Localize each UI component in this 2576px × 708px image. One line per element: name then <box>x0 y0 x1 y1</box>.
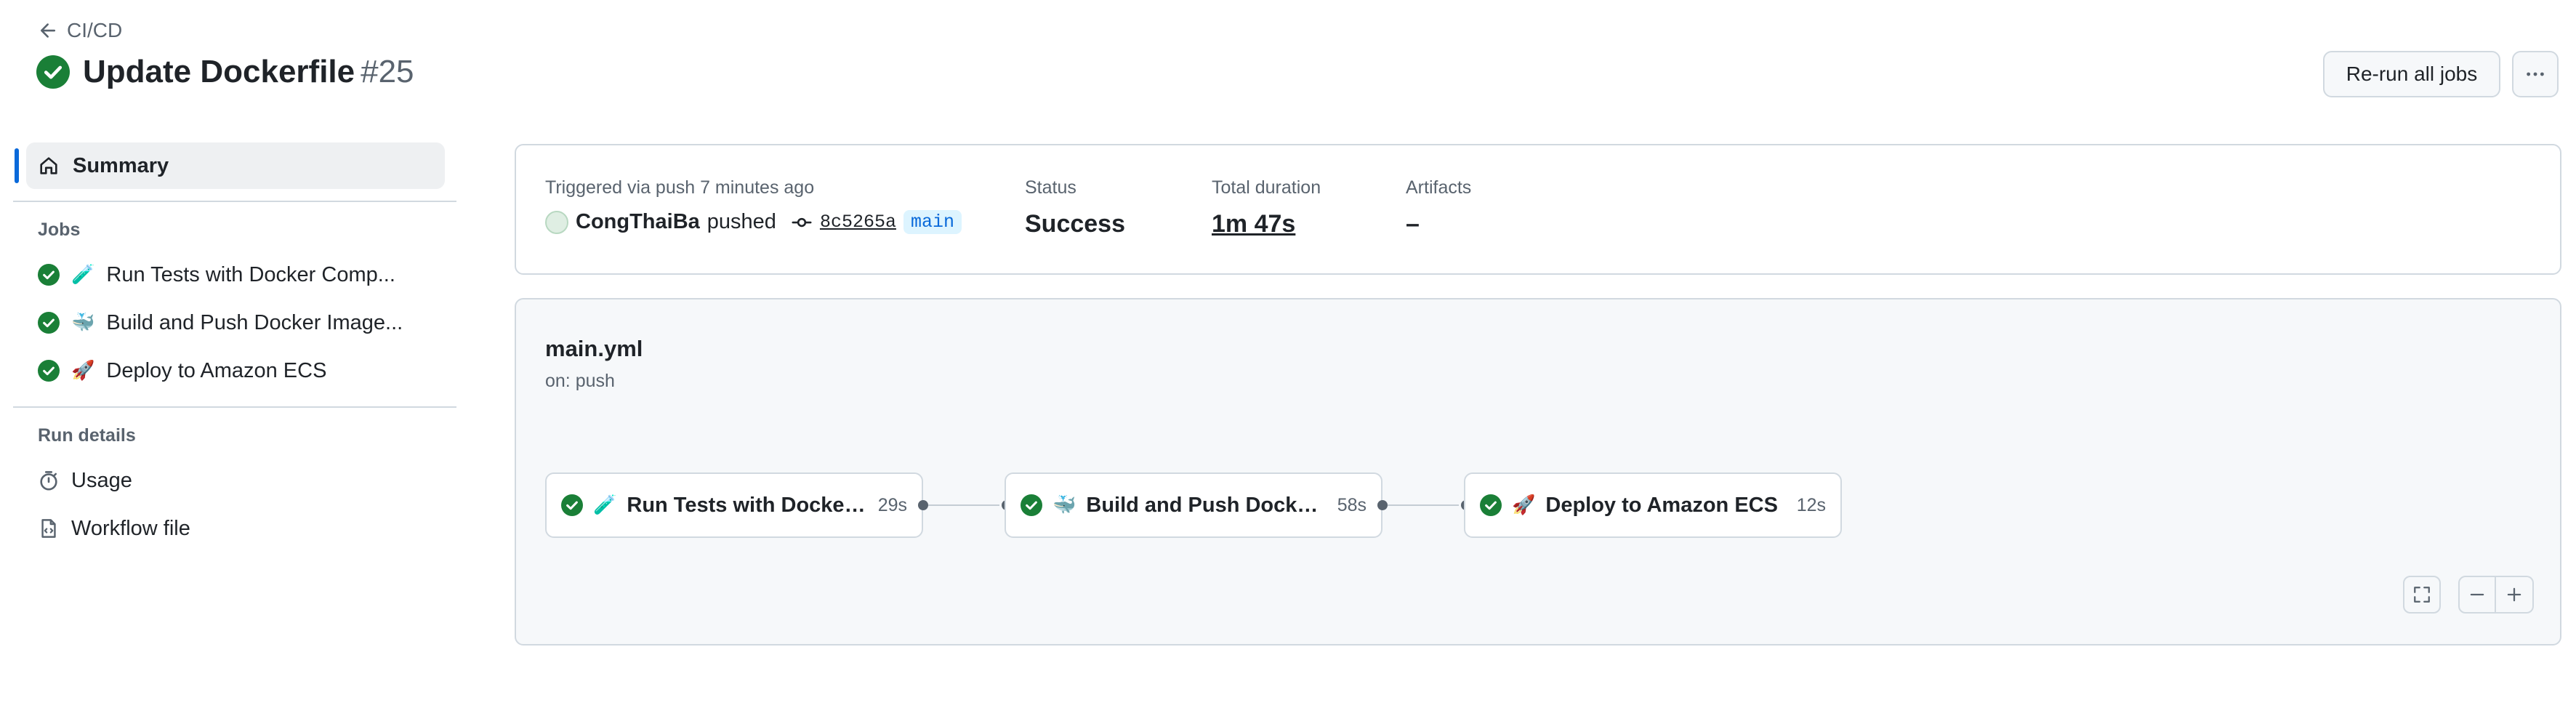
rerun-all-jobs-button[interactable]: Re-run all jobs <box>2323 51 2500 97</box>
check-circle-icon <box>36 55 70 89</box>
artifacts-info: Artifacts – <box>1406 177 1471 238</box>
run-details-heading: Run details <box>38 425 136 446</box>
avatar[interactable] <box>545 210 568 234</box>
trigger-details: CongThaiBa pushed 8c5265a main <box>545 210 962 234</box>
check-circle-icon <box>38 312 60 334</box>
duration-label: Total duration <box>1212 177 1321 198</box>
job-node-duration: 12s <box>1796 494 1826 515</box>
sidebar-item-usage[interactable]: Usage <box>13 456 456 504</box>
workflow-graph: main.yml on: push 🧪 Run Tests with Docke… <box>515 298 2561 645</box>
commit-sha-link[interactable]: 8c5265a <box>820 212 896 233</box>
page-title: Update Dockerfile <box>83 54 355 89</box>
artifacts-label: Artifacts <box>1406 177 1472 198</box>
jobs-heading: Jobs <box>38 220 81 240</box>
kebab-horizontal-icon <box>2527 72 2544 76</box>
sidebar-job-label: Deploy to Amazon ECS <box>106 358 327 382</box>
run-number: #25 <box>361 54 414 89</box>
test-tube-icon: 🧪 <box>71 264 95 286</box>
status-value: Success <box>1025 210 1125 238</box>
duration-info: Total duration 1m 47s <box>1212 177 1321 238</box>
check-circle-icon <box>38 360 60 382</box>
header-actions: Re-run all jobs <box>2323 51 2559 97</box>
job-node-label: Run Tests with Docker ... <box>627 493 868 517</box>
sidebar-item-label: Summary <box>73 153 169 177</box>
check-circle-icon <box>561 494 583 516</box>
sidebar: Summary Jobs 🧪 Run Tests with Docker Com… <box>13 142 456 552</box>
home-icon <box>40 157 57 174</box>
duration-link[interactable]: 1m 47s <box>1212 210 1321 238</box>
job-node-duration: 29s <box>877 494 907 515</box>
more-options-button[interactable] <box>2512 51 2559 97</box>
page-title-row: Update Dockerfile #25 <box>36 54 414 90</box>
sidebar-job-build-push[interactable]: 🐳 Build and Push Docker Image... <box>13 299 456 347</box>
git-commit-icon <box>792 217 812 227</box>
job-connector <box>928 504 999 506</box>
job-node-run-tests[interactable]: 🧪 Run Tests with Docker ... 29s <box>545 472 923 538</box>
zoom-in-button[interactable] <box>2496 576 2534 614</box>
minus-icon <box>2470 593 2484 596</box>
rocket-icon: 🚀 <box>71 360 95 382</box>
zoom-out-button[interactable] <box>2458 576 2496 614</box>
workflow-trigger: on: push <box>545 371 615 391</box>
plus-icon <box>2507 587 2521 602</box>
job-node-label: Deploy to Amazon ECS <box>1545 493 1778 517</box>
back-link[interactable]: CI/CD <box>38 19 122 42</box>
sidebar-item-label: Workflow file <box>71 516 190 540</box>
arrow-left-icon <box>40 23 56 38</box>
file-code-icon <box>41 519 56 538</box>
check-circle-icon <box>1021 494 1042 516</box>
artifacts-value: – <box>1406 210 1420 238</box>
check-circle-icon <box>1480 494 1502 516</box>
sidebar-divider <box>13 406 456 408</box>
graph-zoom-controls <box>2403 576 2534 614</box>
trigger-info: Triggered via push 7 minutes ago CongTha… <box>545 177 962 234</box>
branch-badge[interactable]: main <box>903 210 962 234</box>
sidebar-job-label: Run Tests with Docker Comp... <box>106 262 395 286</box>
trigger-action: pushed <box>707 210 776 233</box>
status-info: Status Success <box>1025 177 1125 238</box>
whale-icon: 🐳 <box>71 312 95 334</box>
actor-link[interactable]: CongThaiBa <box>576 210 700 234</box>
trigger-label: Triggered via push 7 minutes ago <box>545 177 815 198</box>
fullscreen-icon <box>2414 587 2430 603</box>
job-connector <box>1388 504 1459 506</box>
run-summary-card: Triggered via push 7 minutes ago CongTha… <box>515 144 2561 275</box>
workflow-name: main.yml <box>545 336 643 361</box>
back-link-label: CI/CD <box>67 19 123 41</box>
workflow-run-page: CI/CD Update Dockerfile #25 Re-run all jo… <box>0 0 2576 708</box>
sidebar-job-label: Build and Push Docker Image... <box>106 310 403 334</box>
zoom-button-group <box>2458 576 2534 614</box>
rocket-icon: 🚀 <box>1512 494 1536 516</box>
sidebar-job-run-tests[interactable]: 🧪 Run Tests with Docker Comp... <box>13 251 456 299</box>
sidebar-item-summary[interactable]: Summary <box>15 142 445 189</box>
sidebar-item-workflow-file[interactable]: Workflow file <box>13 504 456 552</box>
job-node-label: Build and Push Docker ... <box>1086 493 1327 517</box>
sidebar-job-deploy[interactable]: 🚀 Deploy to Amazon ECS <box>13 347 456 395</box>
connector-dot <box>918 500 928 510</box>
job-node-duration: 58s <box>1337 494 1367 515</box>
whale-icon: 🐳 <box>1052 494 1076 516</box>
check-circle-icon <box>38 264 60 286</box>
stopwatch-icon <box>40 471 57 491</box>
sidebar-divider <box>13 201 456 202</box>
job-node-build-push[interactable]: 🐳 Build and Push Docker ... 58s <box>1005 472 1382 538</box>
sidebar-item-label: Usage <box>71 468 132 492</box>
job-node-deploy[interactable]: 🚀 Deploy to Amazon ECS 12s <box>1464 472 1842 538</box>
status-label: Status <box>1025 177 1076 198</box>
connector-dot <box>1377 500 1388 510</box>
test-tube-icon: 🧪 <box>593 494 617 516</box>
fullscreen-button[interactable] <box>2403 576 2441 614</box>
